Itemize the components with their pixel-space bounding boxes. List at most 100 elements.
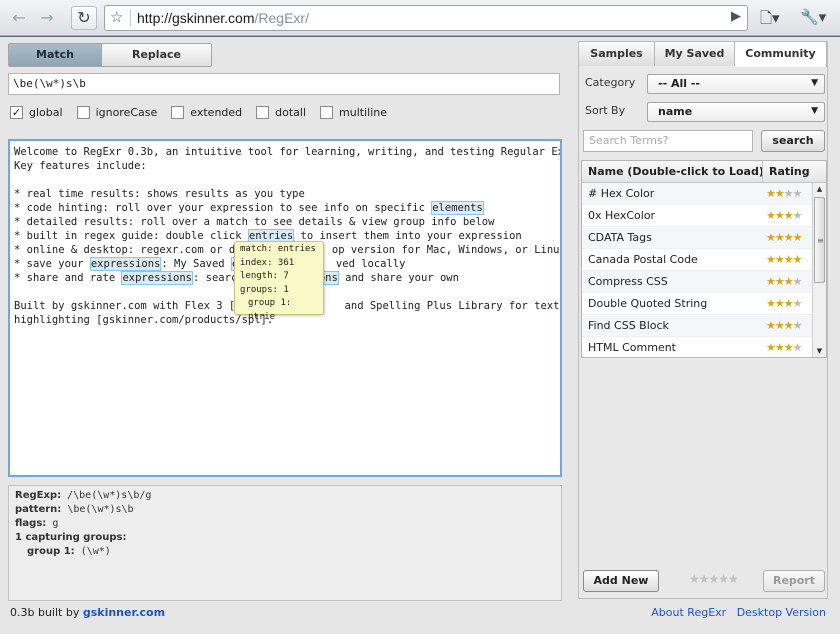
- rating-stars-icon[interactable]: ★★★★★: [689, 572, 739, 586]
- text-line: * code hinting: roll over your expressio…: [14, 202, 432, 214]
- text-line: * detailed results: roll over a match to…: [14, 216, 495, 228]
- community-list: Name (Double-click to Load) Rating # Hex…: [581, 160, 827, 359]
- item-name: Find CSS Block: [588, 319, 669, 332]
- page-menu-icon[interactable]: 🗋▾: [760, 8, 780, 33]
- back-arrow-icon[interactable]: ←: [8, 8, 30, 28]
- category-select[interactable]: -- All -- ▼: [647, 74, 825, 94]
- group1-label: group 1:: [27, 546, 75, 557]
- forward-arrow-icon[interactable]: →: [36, 8, 58, 28]
- flag-label: global: [29, 105, 63, 119]
- text-line: : My Saved: [161, 258, 231, 270]
- text-line: and share your own: [338, 272, 459, 284]
- expression-input[interactable]: \be(\w*)s\b: [8, 73, 560, 95]
- column-name[interactable]: Name (Double-click to Load): [588, 165, 764, 178]
- wrench-menu-icon[interactable]: 🔧▾: [800, 8, 826, 26]
- tab-my-saved[interactable]: My Saved: [655, 42, 735, 66]
- sortby-select[interactable]: name ▼: [647, 102, 825, 122]
- category-label: Category: [585, 76, 636, 89]
- flags-label: flags:: [15, 518, 47, 529]
- list-item[interactable]: Double Quoted String ★★★★: [582, 293, 812, 315]
- scroll-up-icon[interactable]: ▲: [813, 183, 826, 195]
- scroll-down-icon[interactable]: ▼: [813, 345, 826, 357]
- item-name: CDATA Tags: [588, 231, 652, 244]
- item-name: HTML Comment: [588, 341, 676, 354]
- list-item[interactable]: Find CSS Block ★★★★: [582, 315, 812, 337]
- multiline-checkbox[interactable]: [320, 105, 334, 119]
- text-line: * real time results: shows results as yo…: [14, 188, 305, 200]
- bookmark-star-icon[interactable]: ☆: [110, 8, 123, 26]
- version-text: 0.3b built by: [10, 606, 80, 619]
- flag-label: ignoreCase: [95, 105, 158, 119]
- list-item[interactable]: # Hex Color ★★★★: [582, 183, 812, 205]
- report-button[interactable]: Report: [763, 570, 825, 592]
- group1-value: (\w*): [80, 546, 111, 557]
- item-name: # Hex Color: [588, 187, 655, 200]
- tab-replace[interactable]: Replace: [101, 44, 211, 66]
- address-divider: [130, 9, 131, 27]
- chevron-down-icon: ▼: [811, 78, 818, 88]
- reload-icon[interactable]: ↻: [71, 6, 97, 30]
- right-panel: Samples My Saved Community Category -- A…: [578, 41, 828, 599]
- rating-stars-icon: ★★★★: [766, 187, 802, 200]
- browser-toolbar: ← → ↻ ☆ http://gskinner.com/RegExr/ ▶ 🗋▾…: [0, 0, 840, 36]
- regexp-value: /\be(\w*)s\b/g: [67, 490, 152, 501]
- list-scrollbar[interactable]: ▲ ≡ ▼: [812, 183, 826, 357]
- item-name: Compress CSS: [588, 275, 668, 288]
- url-host: http://gskinner.com: [137, 10, 255, 26]
- tab-samples[interactable]: Samples: [579, 42, 655, 66]
- list-item[interactable]: CDATA Tags ★★★★: [582, 227, 812, 249]
- match-tooltip: match: entries index: 361 length: 7 grou…: [234, 241, 324, 322]
- dotall-checkbox[interactable]: [256, 105, 270, 119]
- text-line: * built in regex guide: double click: [14, 230, 248, 242]
- flag-ignorecase[interactable]: ignoreCase: [76, 105, 158, 119]
- flag-global[interactable]: ✓ global: [10, 105, 63, 119]
- desktop-version-link[interactable]: Desktop Version: [737, 606, 826, 619]
- list-item[interactable]: HTML Comment ★★★★: [582, 337, 812, 359]
- item-name: Canada Postal Code: [588, 253, 698, 266]
- rating-stars-icon: ★★★★: [766, 297, 802, 310]
- regexr-app: Match Replace \be(\w*)s\b ✓ global ignore…: [0, 37, 840, 634]
- list-item[interactable]: Canada Postal Code ★★★★: [582, 249, 812, 271]
- tab-community[interactable]: Community: [735, 42, 827, 67]
- flag-dotall[interactable]: dotall: [256, 105, 307, 119]
- left-panel: Match Replace \be(\w*)s\b ✓ global ignore…: [4, 41, 566, 633]
- rating-stars-icon: ★★★★: [766, 209, 802, 222]
- search-button[interactable]: search: [761, 130, 825, 152]
- match-highlight[interactable]: expressions: [121, 271, 194, 285]
- tooltip-groups: groups: 1: [240, 284, 289, 295]
- list-rows: # Hex Color ★★★★ 0x HexColor ★★★★ CDATA Tags…: [582, 183, 812, 359]
- text-line: * share and rate: [14, 272, 122, 284]
- match-highlight[interactable]: elements: [431, 201, 484, 215]
- tooltip-index: index: 361: [240, 257, 295, 268]
- pattern-label: pattern:: [15, 504, 62, 515]
- groups-heading: 1 capturing groups:: [15, 532, 127, 543]
- extended-checkbox[interactable]: [171, 105, 185, 119]
- rating-stars-icon: ★★★★: [766, 275, 802, 288]
- mode-tabs: Match Replace: [8, 43, 212, 67]
- flag-label: extended: [190, 105, 243, 119]
- search-input[interactable]: Search Terms?: [583, 130, 753, 152]
- list-item[interactable]: Compress CSS ★★★★: [582, 271, 812, 293]
- ignorecase-checkbox[interactable]: [76, 105, 90, 119]
- flag-multiline[interactable]: multiline: [320, 105, 387, 119]
- match-highlight[interactable]: expressions: [89, 257, 162, 271]
- library-tabs: Samples My Saved Community: [579, 42, 827, 67]
- address-bar[interactable]: ☆ http://gskinner.com/RegExr/ ▶: [104, 5, 748, 31]
- text-line: Welcome to RegExr 0.3b, an intuitive too…: [14, 146, 560, 158]
- list-item[interactable]: 0x HexColor ★★★★: [582, 205, 812, 227]
- rating-stars-icon: ★★★★: [766, 231, 802, 244]
- go-arrow-icon[interactable]: ▶: [731, 9, 741, 24]
- url-text[interactable]: http://gskinner.com/RegExr/: [137, 10, 309, 26]
- global-checkbox[interactable]: ✓: [10, 105, 23, 119]
- tab-match[interactable]: Match: [9, 44, 101, 66]
- add-new-button[interactable]: Add New: [583, 570, 659, 592]
- column-rating[interactable]: Rating: [762, 161, 810, 182]
- text-line: Built by gskinner.com with Flex 3 [adob: [14, 300, 261, 312]
- gskinner-link[interactable]: gskinner.com: [83, 606, 165, 619]
- flags-value: g: [52, 518, 59, 529]
- scroll-thumb[interactable]: ≡: [814, 197, 825, 283]
- flag-extended[interactable]: extended: [171, 105, 243, 119]
- flag-label: dotall: [275, 105, 307, 119]
- about-link[interactable]: About RegExr: [651, 606, 726, 619]
- tooltip-length: length: 7: [240, 271, 289, 281]
